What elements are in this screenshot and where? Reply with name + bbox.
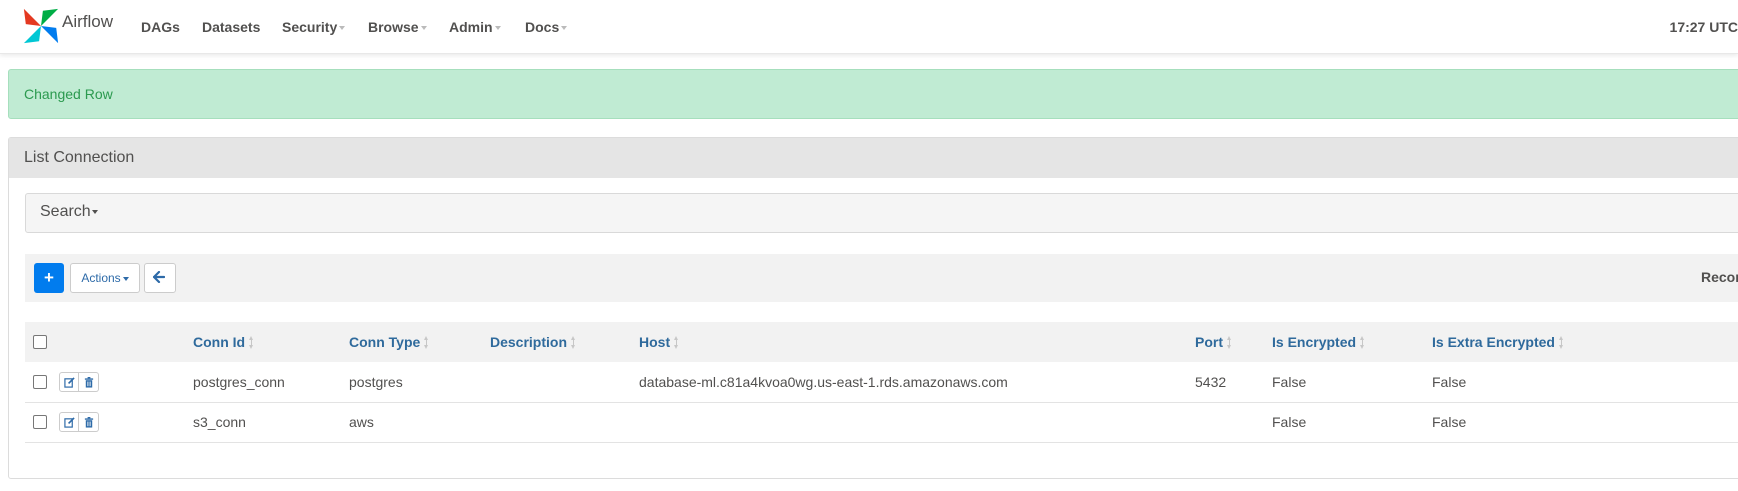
list-toolbar: + Actions Recor [25,254,1738,302]
column-header-description[interactable]: Description [490,322,576,362]
column-header-is-encrypted[interactable]: Is Encrypted [1272,322,1365,362]
plus-icon: + [44,268,54,287]
search-bar: Search [25,193,1738,233]
column-header-host[interactable]: Host [639,322,679,362]
column-header-is-extra-encrypted[interactable]: Is Extra Encrypted [1432,322,1564,362]
nav-datasets[interactable]: Datasets [202,0,260,53]
alert-message: Changed Row [24,86,113,102]
cell-conn-id: postgres_conn [193,374,285,390]
column-header-port[interactable]: Port [1195,322,1232,362]
cell-is-extra-encrypted: False [1432,374,1467,390]
trash-icon [84,416,93,428]
edit-record-button[interactable] [59,372,79,392]
column-header-conn-id[interactable]: Conn Id [193,322,254,362]
edit-record-button[interactable] [59,412,79,432]
sort-icon [424,335,429,349]
success-alert: Changed Row [8,69,1738,119]
actions-dropdown-button[interactable]: Actions [70,263,140,293]
trash-icon [84,376,93,388]
cell-conn-type: postgres [349,374,403,390]
panel-heading: List Connection [9,138,1738,178]
nav-security[interactable]: Security [282,0,346,53]
table-row: postgres_conn postgres database-ml.c81a4… [25,362,1738,403]
select-all-cell [33,322,47,362]
caret-down-icon [122,276,129,281]
sort-icon [1558,335,1564,349]
caret-down-icon [561,26,568,31]
add-record-button[interactable]: + [34,263,64,293]
cell-is-encrypted: False [1272,414,1307,430]
cell-conn-type: aws [349,414,374,430]
utc-clock[interactable]: 17:27 UTC [1670,0,1738,54]
select-all-checkbox[interactable] [33,335,47,349]
caret-down-icon [91,209,98,214]
brand-name: Airflow [62,12,114,31]
row-actions [59,402,99,442]
column-header-conn-type[interactable]: Conn Type [349,322,429,362]
caret-down-icon [420,26,427,31]
edit-icon [63,376,75,388]
list-connection-panel: List Connection Search + Actions Recor C… [8,137,1738,479]
cell-port: 5432 [1195,374,1227,390]
delete-record-button[interactable] [79,372,99,392]
search-dropdown-toggle[interactable]: Search [40,203,98,221]
airflow-logo-icon [23,8,59,44]
back-button[interactable] [144,263,176,293]
sort-icon [571,335,576,349]
caret-down-icon [494,26,501,31]
cell-is-encrypted: False [1272,374,1307,390]
cell-is-extra-encrypted: False [1432,414,1467,430]
cell-host: database-ml.c81a4kvoa0wg.us-east-1.rds.a… [639,374,1008,390]
row-checkbox[interactable] [33,415,47,429]
panel-title: List Connection [24,149,135,166]
cell-conn-id: s3_conn [193,414,246,430]
delete-record-button[interactable] [79,412,99,432]
row-checkbox[interactable] [33,375,47,389]
sort-icon [1360,335,1365,349]
sort-icon [1227,335,1232,349]
row-select-cell [33,362,47,402]
nav-browse[interactable]: Browse [368,0,427,53]
top-navbar: Airflow DAGs Datasets Security Browse Ad… [0,0,1738,54]
nav-docs[interactable]: Docs [525,0,568,53]
row-actions [59,362,99,402]
sort-icon [249,335,254,349]
sort-icon [674,335,679,349]
nav-admin[interactable]: Admin [449,0,501,53]
row-select-cell [33,402,47,442]
brand-link[interactable]: Airflow [22,6,113,46]
arrow-left-icon [153,271,165,283]
record-count-label: Recor [1701,269,1738,285]
table-header-row: Conn Id Conn Type Description Host Port … [25,322,1738,362]
caret-down-icon [339,26,346,31]
table-row: s3_conn aws False False [25,402,1738,443]
edit-icon [63,416,75,428]
nav-dags[interactable]: DAGs [141,0,180,53]
